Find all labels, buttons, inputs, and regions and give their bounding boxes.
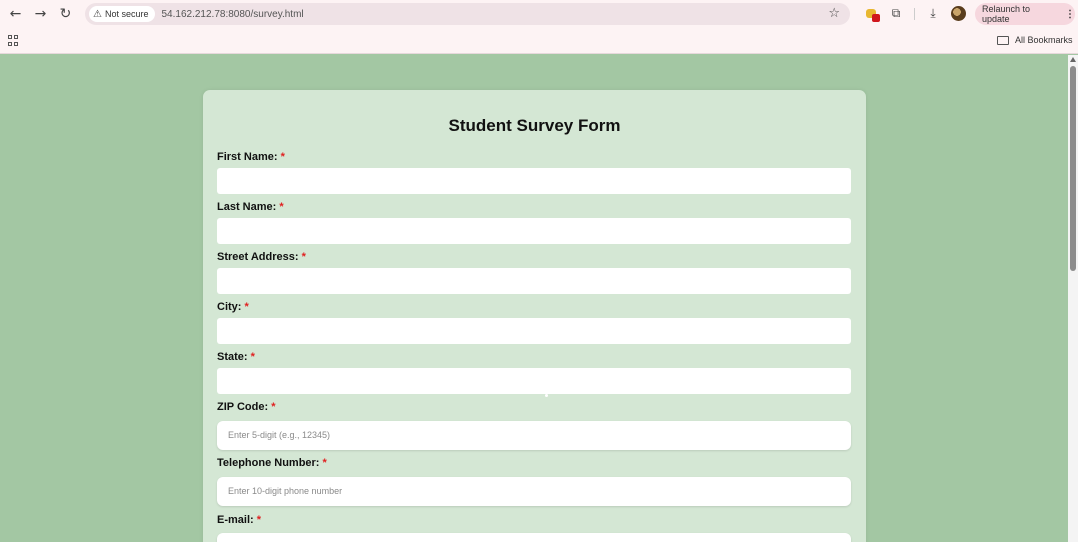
address-bar[interactable]: ⚠ Not secure 54.162.212.78:8080/survey.h… xyxy=(85,3,850,25)
city-label: City: * xyxy=(217,301,249,313)
required-marker: * xyxy=(244,301,249,313)
back-icon[interactable]: ← xyxy=(3,0,28,28)
toolbar-divider xyxy=(914,8,915,20)
page-scrollbar[interactable] xyxy=(1068,55,1078,542)
state-input[interactable] xyxy=(217,368,851,394)
street-address-label: Street Address: * xyxy=(217,251,306,263)
star-icon[interactable]: ☆ xyxy=(828,6,840,21)
survey-form-card: Student Survey Form First Name: * Last N… xyxy=(203,90,866,542)
security-chip[interactable]: ⚠ Not secure xyxy=(89,6,155,22)
street-address-input[interactable] xyxy=(217,268,851,294)
menu-icon[interactable]: ⋮ xyxy=(1065,9,1075,20)
required-marker: * xyxy=(256,514,262,526)
zip-code-input[interactable]: Enter 5-digit (e.g., 12345) xyxy=(217,421,851,450)
scroll-thumb[interactable] xyxy=(1070,66,1076,271)
relaunch-label: Relaunch to update xyxy=(982,4,1031,24)
telephone-input[interactable]: Enter 10-digit phone number xyxy=(217,477,851,506)
all-bookmarks-button[interactable]: All Bookmarks xyxy=(997,35,1073,45)
email-label: E-mail: * xyxy=(217,514,262,526)
scroll-up-arrow-icon[interactable] xyxy=(1070,57,1076,62)
security-label: Not secure xyxy=(104,9,149,19)
last-name-input[interactable] xyxy=(217,218,851,244)
zip-code-label: ZIP Code: * xyxy=(217,401,276,413)
first-name-label: First Name: * xyxy=(217,151,285,163)
required-marker: * xyxy=(279,201,284,213)
warning-icon: ⚠ xyxy=(93,8,102,20)
download-icon[interactable]: ⤓ xyxy=(926,6,940,20)
telephone-label: Telephone Number: * xyxy=(217,457,327,469)
folder-icon xyxy=(997,35,1009,45)
reload-icon[interactable]: ↻ xyxy=(53,0,78,28)
required-marker: * xyxy=(280,151,285,163)
relaunch-button[interactable]: Relaunch to update ⋮ xyxy=(975,3,1075,25)
city-input[interactable] xyxy=(217,318,851,344)
bookmarks-bar: All Bookmarks xyxy=(0,28,1078,54)
email-input[interactable] xyxy=(217,533,851,542)
profile-avatar[interactable] xyxy=(951,6,966,21)
required-marker: * xyxy=(322,457,327,469)
required-marker: * xyxy=(250,351,255,363)
all-bookmarks-label: All Bookmarks xyxy=(1015,35,1073,45)
required-marker: * xyxy=(271,401,276,413)
forward-icon[interactable]: → xyxy=(28,0,53,28)
apps-icon[interactable] xyxy=(8,35,19,46)
form-title: Student Survey Form xyxy=(448,116,621,135)
first-name-input[interactable] xyxy=(217,168,851,194)
extension-icon[interactable] xyxy=(864,6,880,22)
state-label: State: * xyxy=(217,351,255,363)
url-text[interactable]: 54.162.212.78:8080/survey.html xyxy=(162,9,304,20)
last-name-label: Last Name: * xyxy=(217,201,284,213)
required-marker: * xyxy=(301,251,306,263)
puzzle-icon[interactable]: ⧉ xyxy=(889,6,903,20)
stray-dot xyxy=(545,394,548,397)
